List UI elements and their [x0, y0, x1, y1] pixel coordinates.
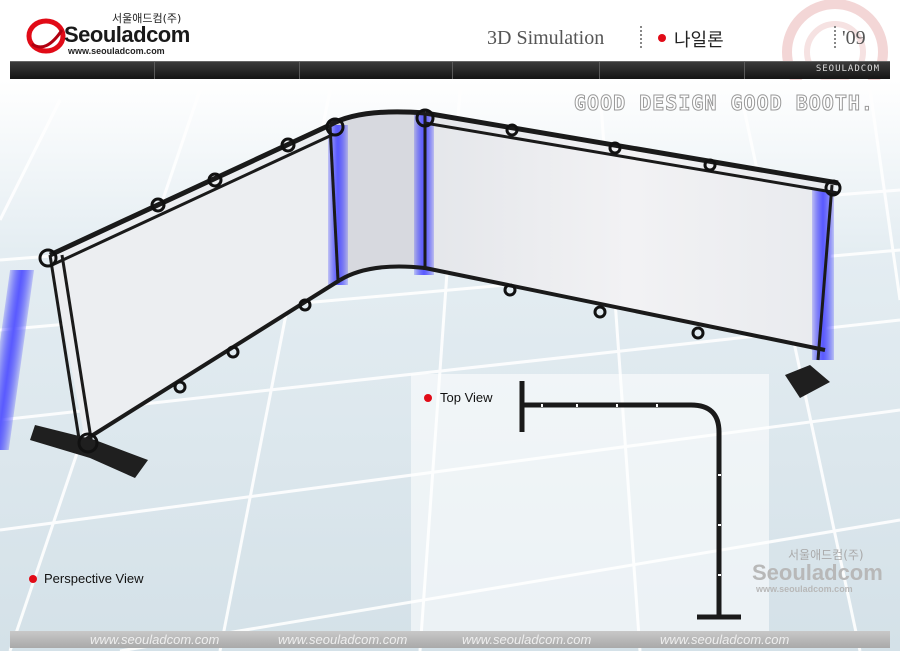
logo-wordmark: Seouladcom: [64, 22, 190, 47]
nav-item[interactable]: [600, 62, 745, 79]
bullet-icon: [658, 34, 666, 42]
logo-swoosh-icon: [26, 18, 66, 54]
top-view-diagram: [519, 381, 741, 620]
bullet-icon: [424, 394, 432, 402]
header-divider: [640, 26, 642, 48]
top-view-panel: [411, 374, 769, 632]
top-view-label: Top View: [440, 390, 493, 405]
footer-bar: www.seouladcom.com www.seouladcom.com ww…: [10, 631, 890, 648]
page-subtitle: 나일론: [674, 30, 724, 51]
header: 서울애드컴(주) Seouladcom www.seouladcom.com 3…: [0, 0, 900, 102]
page-title: 3D Simulation: [487, 27, 605, 49]
nav-item[interactable]: [453, 62, 600, 79]
nav-bar: SEOULADCOM: [10, 61, 890, 79]
slogan-text: GOOD DESIGN GOOD BOOTH.: [574, 91, 874, 116]
watermark-wordmark: Seouladcom: [752, 560, 883, 585]
footer-link[interactable]: www.seouladcom.com: [660, 632, 789, 647]
bullet-icon: [29, 575, 37, 583]
nav-item[interactable]: [10, 62, 155, 79]
logo-url: www.seouladcom.com: [68, 46, 165, 56]
company-logo[interactable]: 서울애드컴(주) Seouladcom www.seouladcom.com: [26, 10, 196, 58]
header-divider: [834, 26, 836, 48]
perspective-view-label: Perspective View: [44, 571, 144, 586]
nav-brand: SEOULADCOM: [815, 64, 880, 74]
year-label: '09: [842, 27, 866, 49]
footer-link[interactable]: www.seouladcom.com: [462, 632, 591, 647]
nav-item[interactable]: [300, 62, 453, 79]
footer-link[interactable]: www.seouladcom.com: [278, 632, 407, 647]
footer-link[interactable]: www.seouladcom.com: [90, 632, 219, 647]
watermark-url: www.seouladcom.com: [756, 584, 853, 594]
nav-item[interactable]: [155, 62, 300, 79]
